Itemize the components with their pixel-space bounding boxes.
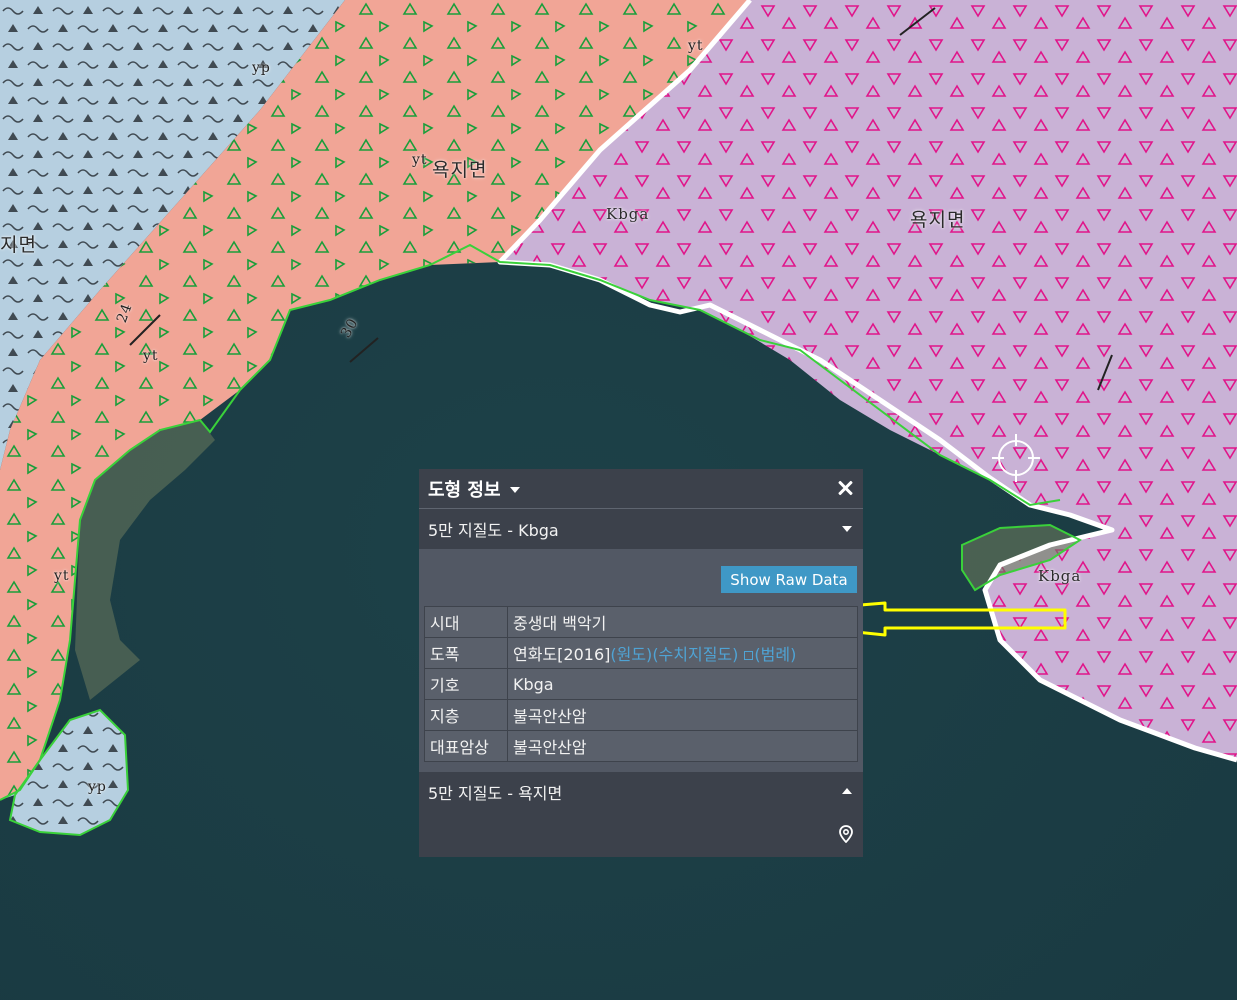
digital-map-link[interactable]: (수치지질도) [652,645,738,664]
attr-key: 지층 [424,699,508,731]
map-label-unit: yt [412,152,428,168]
section-kbga-header[interactable]: 5만 지질도 - Kbga [419,509,863,549]
attribute-table: 시대 중생대 백악기 도폭 연화도[2016](원도)(수치지질도) (범례) 기… [424,606,858,762]
attr-key: 대표암상 [424,730,508,762]
attr-value: 불곡안산암 [507,730,858,762]
map-label-unit: yt [143,348,159,364]
panel-header[interactable]: 도형 정보 [419,469,863,509]
attr-value: Kbga [507,668,858,700]
map-label-place: 욕지면 [432,159,488,181]
caret-down-icon[interactable] [509,486,520,493]
attr-value: 불곡안산암 [507,699,858,731]
panel-title: 도형 정보 [428,479,501,501]
legend-link[interactable]: (범례) [754,645,796,664]
attr-key: 시대 [424,606,508,638]
show-raw-data-button[interactable]: Show Raw Data [721,566,857,593]
map-label-unit: Kbga [1038,567,1082,585]
table-row: 지층 불곡안산암 [424,699,858,731]
attr-key: 도폭 [424,637,508,669]
close-icon[interactable] [835,478,855,498]
attr-value: 중생대 백악기 [507,606,858,638]
map-label-unit: Kbga [606,205,650,223]
attr-value-sheet: 연화도[2016](원도)(수치지질도) (범례) [507,637,858,669]
map-label-unit: yp [88,779,107,795]
map-label-unit: yp [252,60,271,76]
sheet-name: 연화도[2016] [513,645,611,664]
table-row: 기호 Kbga [424,668,858,700]
original-map-link[interactable]: (원도) [610,645,652,664]
chevron-down-icon[interactable] [842,526,852,532]
section-yokji-header[interactable]: 5만 지질도 - 욕지면 [419,772,863,812]
external-link-icon[interactable] [744,651,754,660]
map-label-unit: yt [688,38,704,54]
feature-info-panel: 도형 정보 5만 지질도 - Kbga Show Raw Data 시대 중생대… [419,469,863,857]
section-yokji: 5만 지질도 - 욕지면 [419,772,863,857]
map-label-place: 지면 [0,234,37,256]
section-kbga-title: 5만 지질도 - Kbga [428,521,559,540]
attr-key: 기호 [424,668,508,700]
map-label-place: 욕지면 [910,209,966,231]
map-pin-icon[interactable] [839,825,853,843]
section-yokji-title: 5만 지질도 - 욕지면 [428,784,563,803]
chevron-up-icon[interactable] [842,788,852,794]
table-row: 시대 중생대 백악기 [424,606,858,638]
table-row: 대표암상 불곡안산암 [424,730,858,762]
table-row: 도폭 연화도[2016](원도)(수치지질도) (범례) [424,637,858,669]
map-label-unit: yt [54,568,70,584]
